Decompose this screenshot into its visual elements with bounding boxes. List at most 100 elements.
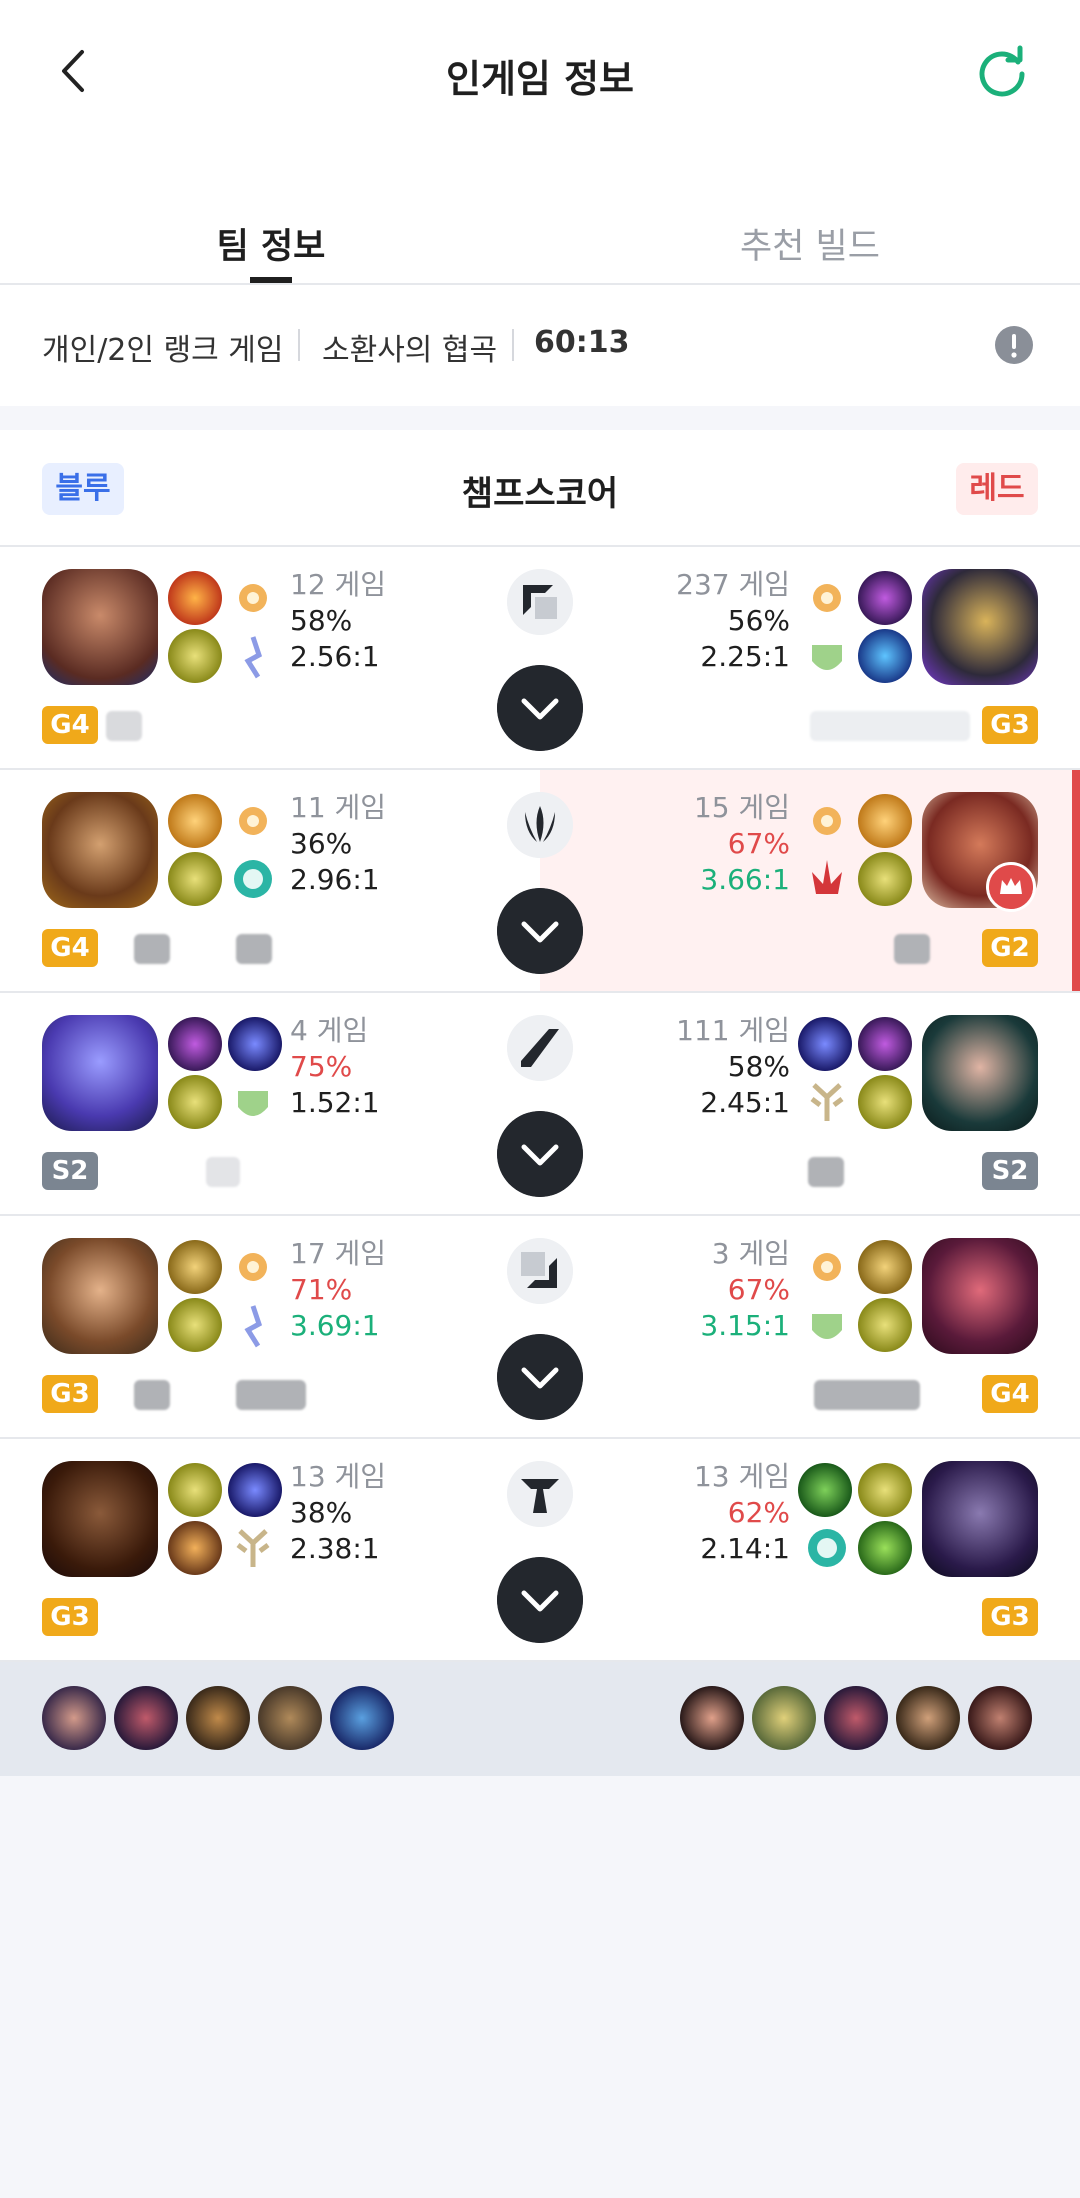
ghost-spell-icon (858, 1075, 912, 1129)
red-tier-badge: G3 (982, 706, 1038, 744)
flash-spell-icon (858, 629, 912, 683)
red-mini-champion-icon[interactable] (824, 1686, 888, 1750)
team-champion-strip (0, 1662, 1080, 1776)
precision-rune-icon (813, 807, 841, 835)
red-kda: 3.66:1 (700, 863, 790, 896)
red-games-count: 3 게임 (711, 1237, 790, 1270)
resolve-rune-icon (812, 1314, 842, 1339)
ghost-spell-icon (168, 1075, 222, 1129)
expand-chevron-button[interactable] (497, 1111, 583, 1197)
exhaust-spell-icon (858, 1521, 912, 1575)
blue-mini-champion-icon[interactable] (330, 1686, 394, 1750)
precision-rune-icon (813, 584, 841, 612)
blue-mini-champion-icon[interactable] (186, 1686, 250, 1750)
precision-rune-icon (239, 807, 267, 835)
tab-team-info[interactable]: 팀 정보 (190, 218, 352, 269)
ghost-spell-icon (168, 1463, 222, 1517)
blue-champion-portrait[interactable] (42, 1461, 158, 1577)
red-mini-champion-icon[interactable] (896, 1686, 960, 1750)
blue-games-count: 11 게임 (290, 791, 387, 824)
game-time: 60:13 (534, 325, 630, 360)
player-row-support: 13 게임 38% 2.38:1 G3 13 게임 62% 2.14:1 G3 (0, 1439, 1080, 1662)
support-lane-icon (507, 1461, 573, 1527)
red-champion-portrait[interactable] (922, 569, 1038, 685)
red-mini-champion-icon[interactable] (752, 1686, 816, 1750)
player-row-jungle: 11 게임 36% 2.96:1 G4 15 게임 67% 3.66:1 G2 (0, 770, 1080, 993)
blue-win-rate: 58% (290, 604, 353, 637)
red-win-rate: 58% (727, 1050, 790, 1083)
divider (298, 329, 300, 361)
blue-win-rate: 75% (290, 1050, 353, 1083)
blue-champion-portrait[interactable] (42, 569, 158, 685)
ignite-spell-icon (168, 571, 222, 625)
game-info-bar: 개인/2인 랭크 게임 소환사의 협곡 60:13 (0, 285, 1080, 406)
sorcery-rune-icon (244, 1305, 263, 1348)
blue-mini-champion-icon[interactable] (42, 1686, 106, 1750)
red-games-count: 237 게임 (676, 568, 790, 601)
resolve-rune-icon (238, 1091, 268, 1116)
ghost-spell-icon (858, 1298, 912, 1352)
red-games-count: 13 게임 (693, 1460, 790, 1493)
refresh-icon[interactable] (974, 44, 1030, 100)
blue-champion-portrait[interactable] (42, 792, 158, 908)
blue-tier-badge: G3 (42, 1598, 98, 1636)
expand-chevron-button[interactable] (497, 665, 583, 751)
flash-spell-icon (228, 1463, 282, 1517)
heal-spell-icon (858, 1240, 912, 1294)
exhaust-spell-icon (858, 1017, 912, 1071)
player-row-mid: 4 게임 75% 1.52:1 S2 111 게임 58% 2.45:1 S2 (0, 993, 1080, 1216)
player-row-bottom: 17 게임 71% 3.69:1 G3 3 게임 67% 3.15:1 G4 (0, 1216, 1080, 1439)
top-lane-icon (507, 569, 573, 635)
app-header: 인게임 정보 (0, 0, 1080, 146)
red-tier-badge: G3 (982, 1598, 1038, 1636)
red-summoner-name (808, 1157, 844, 1187)
queue-type: 개인/2인 랭크 게임 (42, 333, 284, 368)
bottom-lane-icon (507, 1238, 573, 1304)
resolve-rune-icon (812, 645, 842, 670)
blue-games-count: 13 게임 (290, 1460, 387, 1493)
player-row-top: 12 게임 58% 2.56:1 G4 237 게임 56% 2.25:1 G3 (0, 547, 1080, 770)
red-kda: 2.45:1 (700, 1086, 790, 1119)
blue-mini-champion-icon[interactable] (258, 1686, 322, 1750)
red-champion-portrait[interactable] (922, 1015, 1038, 1131)
active-tab-indicator (250, 277, 292, 283)
current-player-marker (1072, 770, 1080, 991)
expand-chevron-button[interactable] (497, 1334, 583, 1420)
heal-spell-icon (798, 1463, 852, 1517)
blue-win-rate: 71% (290, 1273, 353, 1306)
blue-tier-badge: G4 (42, 706, 98, 744)
red-champion-portrait[interactable] (922, 1238, 1038, 1354)
champ-score-title: 챔프스코어 (461, 474, 619, 514)
red-kda: 3.15:1 (700, 1309, 790, 1342)
red-win-rate: 56% (727, 604, 790, 637)
red-mini-champion-icon[interactable] (680, 1686, 744, 1750)
sorcery-rune-icon (244, 636, 263, 679)
blue-champion-portrait[interactable] (42, 1238, 158, 1354)
blue-win-rate: 38% (290, 1496, 353, 1529)
expand-chevron-button[interactable] (497, 1557, 583, 1643)
expand-chevron-button[interactable] (497, 888, 583, 974)
red-win-rate: 67% (727, 1273, 790, 1306)
red-champion-portrait[interactable] (922, 1461, 1038, 1577)
smite-spell-icon (858, 794, 912, 848)
red-tier-badge: G4 (982, 1375, 1038, 1413)
blue-games-count: 17 게임 (290, 1237, 387, 1270)
tab-bar: 팀 정보 추천 빌드 (0, 146, 1080, 285)
red-win-rate: 67% (727, 827, 790, 860)
exhaust-spell-icon (168, 1017, 222, 1071)
inspiration-rune-icon (234, 860, 272, 898)
champ-score-header: 블루 챔프스코어 레드 (0, 430, 1080, 547)
red-team-badge: 레드 (956, 463, 1038, 515)
blue-games-count: 4 게임 (290, 1014, 369, 1047)
blue-kda: 3.69:1 (290, 1309, 380, 1342)
crown-icon (986, 862, 1036, 912)
red-win-rate: 62% (727, 1496, 790, 1529)
page-title: 인게임 정보 (445, 57, 635, 101)
blue-mini-champion-icon[interactable] (114, 1686, 178, 1750)
blue-champion-portrait[interactable] (42, 1015, 158, 1131)
blue-games-count: 12 게임 (290, 568, 387, 601)
red-mini-champion-icon[interactable] (968, 1686, 1032, 1750)
blue-summoner-name (236, 934, 272, 964)
tab-recommended-build[interactable]: 추천 빌드 (720, 218, 900, 269)
info-alert-icon[interactable] (994, 325, 1034, 365)
